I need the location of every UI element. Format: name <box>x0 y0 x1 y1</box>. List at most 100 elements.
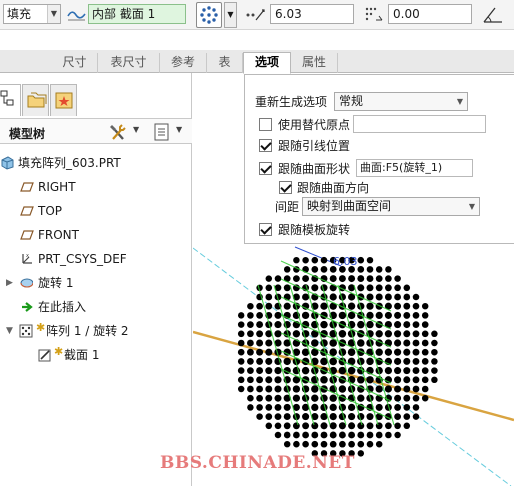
pattern-dot <box>329 413 337 421</box>
shape-dropdown-arrow[interactable]: ▼ <box>224 2 237 28</box>
pattern-dot <box>237 339 245 347</box>
pattern-dot <box>292 330 301 338</box>
pattern-dot <box>283 413 291 421</box>
collapse-arrow-icon[interactable]: ▼ <box>6 321 16 341</box>
pattern-dot <box>293 256 300 264</box>
tree-item-pattern-1[interactable]: ▼ ✱ 阵列 1 / 旋转 2 <box>0 321 190 341</box>
tab-table-dimensions[interactable]: 表尺寸 <box>98 53 160 73</box>
follow-template-rotation-checkbox[interactable] <box>259 223 272 236</box>
circle-dots-icon <box>200 6 218 24</box>
tab-dimensions[interactable]: 尺寸 <box>52 53 98 73</box>
pattern-dot <box>256 394 263 402</box>
pattern-dot <box>274 403 282 411</box>
pattern-dot <box>265 385 273 393</box>
tab-label: 选项 <box>254 55 279 69</box>
pattern-dot <box>247 348 254 356</box>
pattern-dot <box>357 284 365 292</box>
pattern-shape-button[interactable] <box>196 2 222 28</box>
pattern-dot <box>247 376 254 384</box>
pattern-dot <box>357 339 365 347</box>
pattern-dot <box>256 302 263 310</box>
pattern-dot <box>320 256 328 264</box>
follow-leader-checkbox[interactable] <box>259 139 272 152</box>
fill-type-select[interactable]: 填充 ▼ <box>3 4 61 24</box>
pattern-dot <box>329 422 337 430</box>
pattern-dot <box>375 266 383 273</box>
follow-surface-shape-checkbox[interactable] <box>259 162 272 175</box>
pattern-dot <box>394 367 402 375</box>
tab-properties[interactable]: 属性 <box>291 53 338 73</box>
tree-item-label: 阵列 1 / 旋转 2 <box>46 324 129 338</box>
pattern-dot <box>375 440 383 448</box>
tab-options[interactable]: 选项 <box>243 52 291 74</box>
pattern-dot <box>375 275 383 282</box>
pattern-dot <box>256 367 264 375</box>
pattern-dot <box>348 275 356 283</box>
dimension-value-label[interactable]: 6.03 <box>333 255 358 268</box>
pattern-dot <box>394 339 402 347</box>
chevron-down-icon[interactable]: ▼ <box>176 125 182 134</box>
graphics-window[interactable] <box>192 244 514 486</box>
spacing-mode-select[interactable]: 映射到曲面空间 ▼ <box>302 197 480 216</box>
tree-item-revolve-1[interactable]: ▶ 旋转 1 <box>0 273 190 293</box>
pattern-dot <box>412 404 420 411</box>
spacing-input[interactable]: 6.03 <box>270 4 354 24</box>
tree-item-label: PRT_CSYS_DEF <box>38 252 127 266</box>
star-folder-icon <box>55 92 73 109</box>
show-list-icon[interactable] <box>152 122 172 142</box>
favorites-navtab[interactable] <box>50 84 77 116</box>
pattern-dot <box>431 339 438 347</box>
pattern-dot <box>375 311 383 320</box>
pattern-dot <box>256 321 264 329</box>
tab-label: 表尺寸 <box>110 55 147 69</box>
tree-item-top-plane[interactable]: TOP <box>0 201 190 221</box>
pattern-dot <box>421 376 429 384</box>
pattern-dot <box>274 413 282 421</box>
tree-item-section-1[interactable]: ✱ 截面 1 <box>0 345 190 365</box>
tree-item-root-part[interactable]: 填充阵列_603.PRT <box>0 153 190 173</box>
tree-item-csys[interactable]: x PRT_CSYS_DEF <box>0 249 190 269</box>
alt-origin-collector[interactable] <box>353 115 486 133</box>
pattern-dot <box>366 293 374 301</box>
chevron-down-icon[interactable]: ▼ <box>133 125 139 134</box>
pattern-dot <box>394 403 402 411</box>
tab-label: 属性 <box>301 55 326 69</box>
pattern-dot <box>320 376 328 384</box>
pattern-dot <box>274 376 282 384</box>
pattern-dot <box>265 348 273 356</box>
tree-item-right-plane[interactable]: RIGHT <box>0 177 190 197</box>
use-alt-origin-label: 使用替代原点 <box>278 118 351 132</box>
use-alt-origin-checkbox[interactable] <box>259 118 272 131</box>
tree-item-insert-here[interactable]: 在此插入 <box>0 297 190 317</box>
tab-references[interactable]: 参考 <box>160 53 207 73</box>
pattern-dot <box>265 284 273 292</box>
tab-table[interactable]: 表 <box>207 53 243 73</box>
pattern-dot <box>394 330 402 338</box>
pattern-dot <box>265 357 273 365</box>
pattern-dot <box>320 422 328 430</box>
settings-tools-icon[interactable] <box>108 122 128 142</box>
folder-browser-navtab[interactable] <box>22 84 49 116</box>
expand-arrow-icon[interactable]: ▶ <box>6 273 16 293</box>
pattern-dot <box>338 330 347 338</box>
surface-collector[interactable]: 曲面:F5(旋转_1) <box>356 159 473 177</box>
sketch-wave-icon <box>67 11 86 21</box>
pattern-dot <box>256 348 264 356</box>
follow-surface-direction-checkbox[interactable] <box>279 181 292 194</box>
pattern-dot <box>366 357 374 366</box>
pattern-dot <box>311 385 319 393</box>
tab-label: 尺寸 <box>62 55 87 69</box>
pattern-dot <box>329 403 337 412</box>
pattern-dot <box>403 394 411 402</box>
model-tree-navtab[interactable] <box>0 84 21 116</box>
regen-option-select[interactable]: 常规 ▼ <box>334 92 468 111</box>
offset-input[interactable]: 0.00 <box>388 4 472 24</box>
pattern-dot <box>311 403 319 412</box>
pattern-dot <box>283 302 291 310</box>
tree-item-front-plane[interactable]: FRONT <box>0 225 190 245</box>
pattern-dot <box>338 275 346 283</box>
pattern-dot <box>256 339 264 347</box>
section-collector[interactable]: 内部 截面 1 <box>88 4 186 24</box>
modified-star-icon: ✱ <box>36 321 46 334</box>
pattern-dot <box>366 256 374 264</box>
